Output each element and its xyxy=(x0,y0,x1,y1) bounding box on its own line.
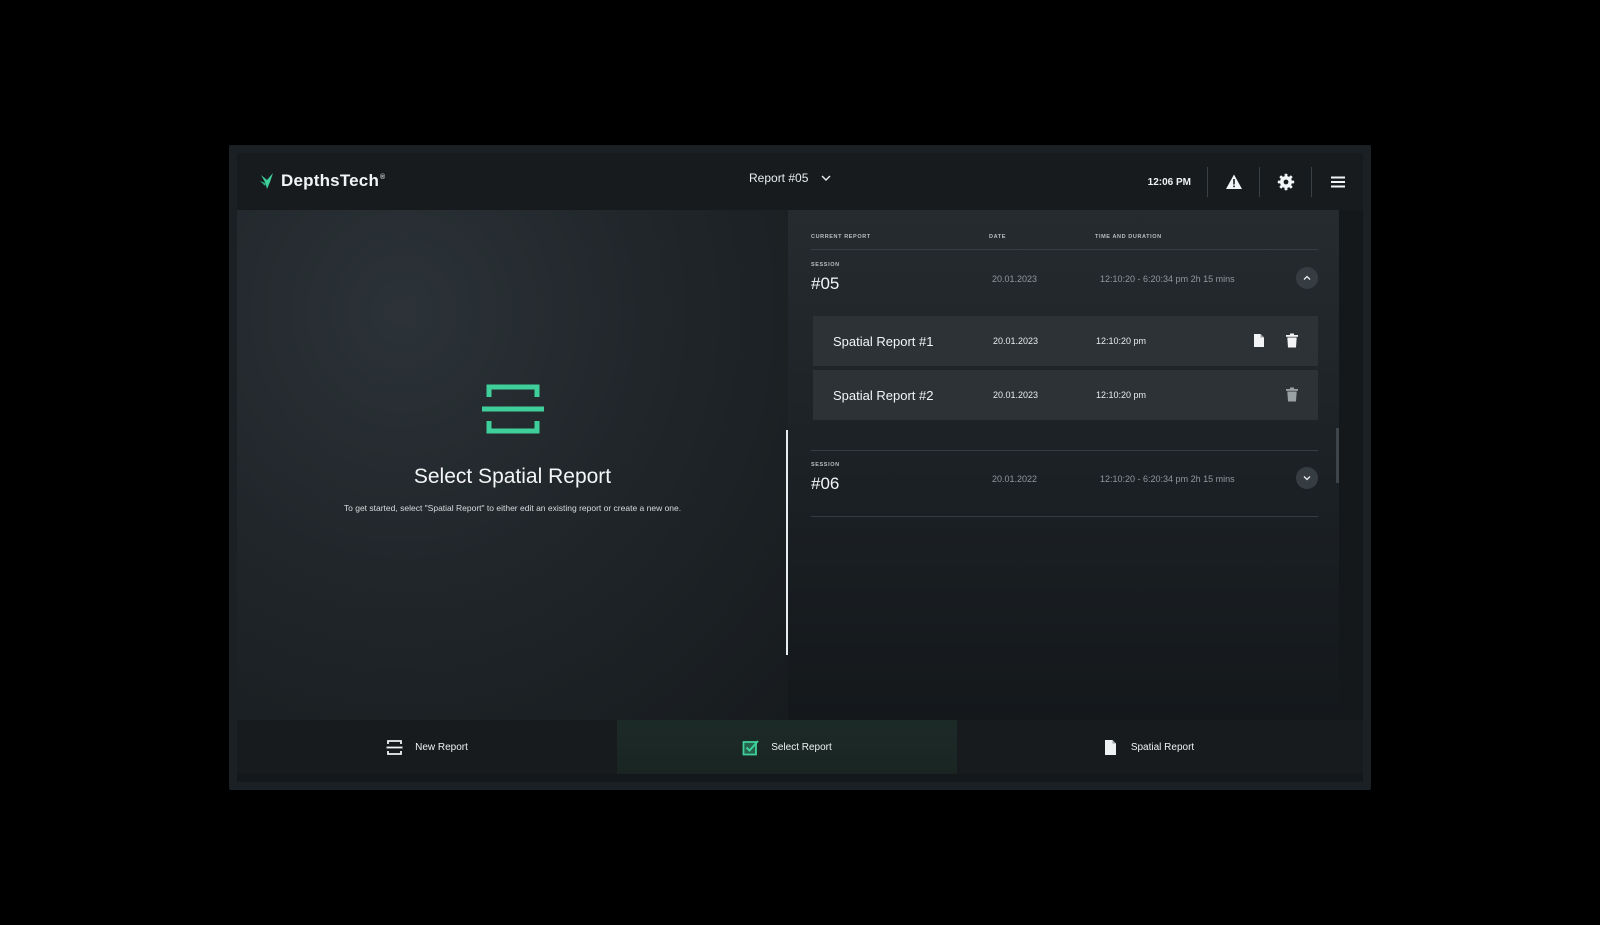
report-row-2[interactable]: Spatial Report #2 20.01.2023 12:10:20 pm xyxy=(813,370,1318,420)
session-number: #05 xyxy=(811,274,840,293)
report-time: 12:10:20 pm xyxy=(1096,390,1147,400)
report-selector-dropdown[interactable]: Report #05 xyxy=(749,171,832,185)
empty-state-panel: Select Spatial Report To get started, se… xyxy=(237,210,788,720)
report-selector-label: Report #05 xyxy=(749,171,809,185)
app-logo[interactable]: DepthsTech® xyxy=(259,171,385,191)
session-date: 20.01.2022 xyxy=(992,474,1038,484)
trash-icon xyxy=(1286,333,1298,348)
app-screen: DepthsTech® Report #05 12:06 PM Select S… xyxy=(237,153,1363,782)
session-time: 12:10:20 - 6:20:34 pm 2h 15 mins xyxy=(1100,474,1235,484)
device-frame: DepthsTech® Report #05 12:06 PM Select S… xyxy=(229,145,1371,790)
chevron-down-icon xyxy=(1303,476,1311,481)
report-stack-icon xyxy=(482,384,544,434)
report-row-1[interactable]: Spatial Report #1 20.01.2023 12:10:20 pm xyxy=(813,316,1318,366)
settings-button[interactable] xyxy=(1259,167,1311,197)
column-header-current-report: CURRENT REPORT xyxy=(811,234,871,240)
logo-text: DepthsTech® xyxy=(281,171,386,190)
header-actions: 12:06 PM xyxy=(1148,163,1363,201)
clock: 12:06 PM xyxy=(1147,176,1191,188)
report-date: 20.01.2023 xyxy=(993,390,1039,400)
logo-leaf-icon xyxy=(260,173,273,189)
trash-icon xyxy=(1286,387,1298,402)
alerts-button[interactable] xyxy=(1207,167,1259,197)
collapse-session-button[interactable] xyxy=(1296,267,1318,289)
spatial-report-button[interactable]: Spatial Report xyxy=(957,720,1339,774)
session-row-05[interactable]: SESSION #05 20.01.2023 12:10:20 - 6:20:3… xyxy=(811,251,1318,311)
column-header-time: TIME AND DURATION xyxy=(1095,234,1162,240)
new-report-button[interactable]: New Report xyxy=(237,720,617,774)
report-time: 12:10:20 pm xyxy=(1096,336,1147,346)
file-icon xyxy=(1254,334,1264,347)
file-icon xyxy=(1104,739,1116,755)
select-report-label: Select Report xyxy=(771,741,832,753)
expand-session-button[interactable] xyxy=(1296,467,1318,489)
session-time: 12:10:20 - 6:20:34 pm 2h 15 mins xyxy=(1100,274,1235,284)
hamburger-menu-icon xyxy=(1330,176,1345,188)
spatial-report-label: Spatial Report xyxy=(1130,741,1195,753)
empty-state-title: Select Spatial Report xyxy=(413,465,612,488)
report-name: Spatial Report #1 xyxy=(833,334,934,349)
column-header-date: DATE xyxy=(989,234,1006,240)
chevron-up-icon xyxy=(1303,275,1311,280)
divider xyxy=(811,516,1318,517)
open-file-button[interactable] xyxy=(1252,333,1266,348)
chevron-down-icon xyxy=(821,175,831,181)
session-label: SESSION xyxy=(811,462,840,468)
session-label: SESSION xyxy=(811,262,840,268)
checkbox-report-icon xyxy=(742,739,759,755)
session-number: #06 xyxy=(811,474,840,493)
top-bar: DepthsTech® Report #05 12:06 PM xyxy=(237,153,1363,210)
select-report-button[interactable]: Select Report xyxy=(617,720,957,774)
gear-icon xyxy=(1277,173,1294,191)
empty-state-subtitle: To get started, select "Spatial Report" … xyxy=(343,503,682,513)
menu-button[interactable] xyxy=(1311,167,1363,197)
report-stack-icon xyxy=(386,739,403,755)
session-row-06[interactable]: SESSION #06 20.01.2022 12:10:20 - 6:20:3… xyxy=(811,451,1318,511)
delete-report-button[interactable] xyxy=(1285,333,1299,348)
divider xyxy=(811,249,1318,250)
session-date: 20.01.2023 xyxy=(992,274,1038,284)
list-scrollbar[interactable] xyxy=(1336,428,1339,483)
delete-report-button[interactable] xyxy=(1285,387,1299,402)
warning-icon xyxy=(1225,174,1242,189)
reports-list-panel: CURRENT REPORT DATE TIME AND DURATION SE… xyxy=(788,210,1339,720)
report-date: 20.01.2023 xyxy=(993,336,1039,346)
new-report-label: New Report xyxy=(415,741,468,753)
bottom-nav: New Report Select Report Spatial Report xyxy=(237,720,1363,774)
report-name: Spatial Report #2 xyxy=(833,388,934,403)
